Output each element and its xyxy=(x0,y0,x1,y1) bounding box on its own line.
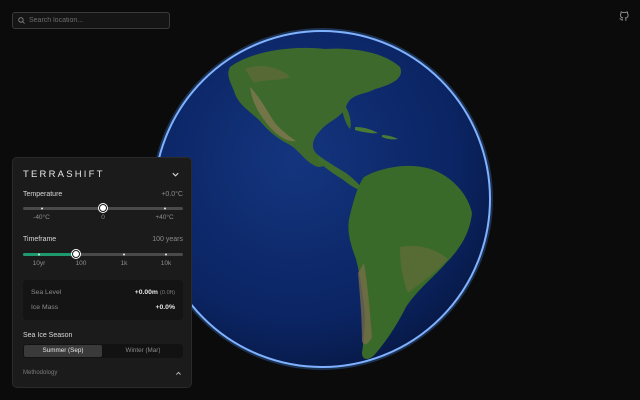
timeframe-tick-label: 1k xyxy=(120,260,128,267)
slider-tick xyxy=(163,207,166,210)
ice-mass-value: +0.0% xyxy=(155,304,175,311)
season-toggle: Summer (Sep) Winter (Mar) xyxy=(23,344,183,358)
timeframe-label: Timeframe xyxy=(23,236,57,243)
temperature-label: Temperature xyxy=(23,191,63,198)
sea-level-sub: (0.0ft) xyxy=(159,290,175,296)
timeframe-slider-fill xyxy=(23,253,77,256)
temperature-value: +0.0°C xyxy=(161,191,183,198)
timeframe-value: 100 years xyxy=(152,236,183,243)
globe[interactable] xyxy=(150,27,494,371)
temperature-tick-label: -40°C xyxy=(33,214,50,221)
season-option-summer[interactable]: Summer (Sep) xyxy=(24,345,102,357)
temperature-slider-thumb[interactable] xyxy=(99,204,107,212)
sea-ice-season-label: Sea Ice Season xyxy=(23,332,73,339)
sea-level-value-group: +0.00m (0.0ft) xyxy=(135,289,175,296)
control-panel: TERRASHIFT Temperature +0.0°C -40°C 0 +4… xyxy=(12,157,192,388)
season-option-winter[interactable]: Winter (Mar) xyxy=(104,345,182,357)
chevron-up-icon[interactable] xyxy=(175,370,182,377)
timeframe-slider-thumb[interactable] xyxy=(72,250,81,258)
timeframe-tick-label: 10k xyxy=(160,260,172,267)
slider-tick xyxy=(38,253,40,256)
sea-level-value: +0.00m xyxy=(134,289,158,296)
stats-box: Sea Level +0.00m (0.0ft) Ice Mass +0.0% xyxy=(23,280,183,320)
search-input[interactable] xyxy=(29,17,157,24)
timeframe-slider[interactable] xyxy=(23,250,183,258)
search-box[interactable] xyxy=(12,12,170,29)
methodology-toggle[interactable]: Methodology xyxy=(23,370,57,376)
timeframe-tick-label: 10yr xyxy=(32,260,46,267)
search-icon xyxy=(18,17,25,24)
slider-tick xyxy=(40,207,43,210)
temperature-slider[interactable] xyxy=(23,204,183,212)
ice-mass-label: Ice Mass xyxy=(31,304,59,311)
chevron-down-icon[interactable] xyxy=(171,170,180,179)
github-icon[interactable] xyxy=(618,10,630,22)
slider-tick xyxy=(123,253,125,256)
timeframe-tick-label: 100 xyxy=(75,260,87,267)
temperature-tick-label: 0 xyxy=(101,214,105,221)
panel-title: TERRASHIFT xyxy=(23,169,105,180)
slider-tick xyxy=(165,253,167,256)
temperature-tick-label: +40°C xyxy=(155,214,174,221)
sea-level-label: Sea Level xyxy=(31,289,62,296)
